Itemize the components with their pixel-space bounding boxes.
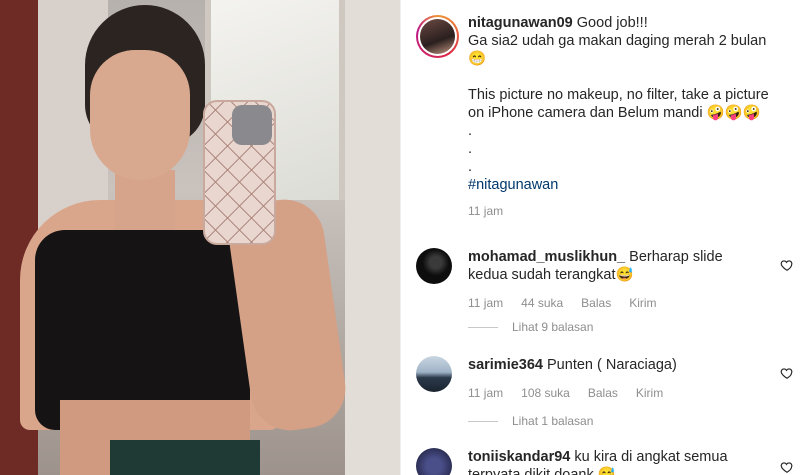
post-caption: nitagunawan09 Good job!!! Ga sia2 udah g… bbox=[468, 14, 788, 220]
hashtag-link[interactable]: #nitagunawan bbox=[468, 176, 788, 194]
commenter-avatar[interactable] bbox=[416, 356, 452, 392]
send-button[interactable]: Kirim bbox=[629, 294, 656, 312]
comment-time: 11 jam bbox=[468, 386, 504, 400]
reply-button[interactable]: Balas bbox=[588, 384, 618, 402]
view-replies[interactable]: Lihat 1 balasan bbox=[468, 414, 593, 428]
heart-icon[interactable] bbox=[780, 258, 794, 272]
caption-text: Good job!!! Ga sia2 udah ga makan daging… bbox=[468, 15, 769, 175]
comment-likes[interactable]: 108 suka bbox=[521, 384, 570, 402]
comment-time: 11 jam bbox=[468, 296, 504, 310]
commenter-avatar[interactable] bbox=[416, 448, 452, 475]
comment-likes[interactable]: 44 suka bbox=[521, 294, 563, 312]
commenter-username[interactable]: toniiskandar94 bbox=[468, 449, 570, 465]
post-photo[interactable] bbox=[0, 0, 400, 475]
heart-icon[interactable] bbox=[780, 460, 794, 474]
commenter-username[interactable]: sarimie364 bbox=[468, 357, 543, 373]
commenter-avatar[interactable] bbox=[416, 248, 452, 284]
reply-button[interactable]: Balas bbox=[581, 294, 611, 312]
post-author-avatar[interactable] bbox=[416, 15, 459, 58]
comments-panel: nitagunawan09 Good job!!! Ga sia2 udah g… bbox=[400, 0, 800, 475]
view-replies[interactable]: Lihat 9 balasan bbox=[468, 320, 593, 334]
commenter-username[interactable]: mohamad_muslikhun_ bbox=[468, 249, 625, 265]
post-time: 11 jam bbox=[468, 204, 504, 218]
post-author-username[interactable]: nitagunawan09 bbox=[468, 15, 573, 31]
comment-text: Punten ( Naraciaga) bbox=[547, 357, 677, 373]
heart-icon[interactable] bbox=[780, 366, 794, 380]
send-button[interactable]: Kirim bbox=[636, 384, 663, 402]
